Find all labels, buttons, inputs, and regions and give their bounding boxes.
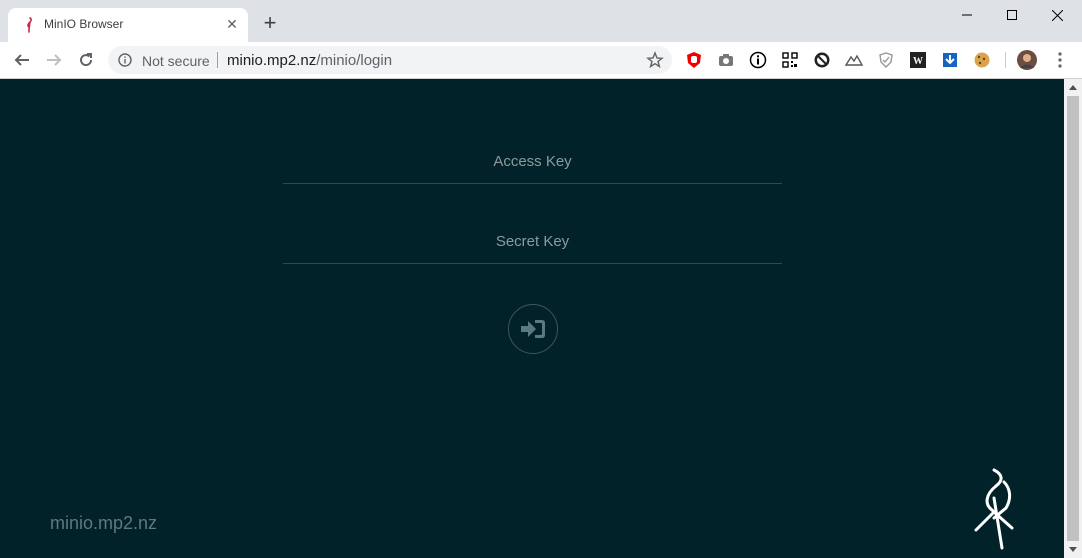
menu-kebab-icon[interactable] [1050,50,1070,70]
info-circle-icon[interactable] [748,50,768,70]
window-close-button[interactable] [1034,0,1080,30]
security-label[interactable]: Not secure [142,53,210,69]
access-key-input[interactable] [283,143,782,179]
url-path: /minio/login [316,52,393,69]
scroll-up-arrow-icon[interactable] [1064,79,1082,96]
forward-button[interactable] [42,48,66,72]
minio-logo-icon [974,468,1014,550]
secret-key-field [283,223,782,264]
download-icon[interactable] [940,50,960,70]
mountain-icon[interactable] [844,50,864,70]
tab-close-icon[interactable]: ✕ [224,16,240,32]
url-host: minio.mp2.nz [227,52,317,69]
wikipedia-icon[interactable]: W [908,50,928,70]
info-icon[interactable] [118,53,132,67]
bookmark-star-icon[interactable] [646,51,664,69]
page-scrollbar[interactable] [1064,79,1082,558]
new-tab-button[interactable]: + [258,12,282,36]
scrollbar-thumb[interactable] [1067,96,1079,541]
address-bar[interactable]: Not secure minio.mp2.nz/minio/login [108,46,672,74]
reload-button[interactable] [74,48,98,72]
reload-icon [80,53,93,67]
no-script-icon[interactable] [812,50,832,70]
minimize-button[interactable] [944,0,990,30]
arrow-left-icon [14,54,29,66]
ublock-icon[interactable] [684,50,704,70]
camera-icon[interactable] [716,50,736,70]
login-submit-button[interactable] [508,304,558,354]
secret-key-input[interactable] [283,223,782,259]
cookie-icon[interactable] [972,50,992,70]
host-label: minio.mp2.nz [50,513,158,533]
tab-strip: MinIO Browser ✕ + [0,0,1082,42]
minimize-icon [962,14,972,16]
sign-in-icon [521,320,545,338]
login-page: minio.mp2.nz [0,79,1064,558]
arrow-right-icon [47,54,62,66]
browser-toolbar: Not secure minio.mp2.nz/minio/login W [0,42,1082,79]
address-separator [217,52,218,68]
minio-heron-icon [27,17,32,33]
maximize-button[interactable] [989,0,1035,30]
browser-tab[interactable]: MinIO Browser ✕ [8,8,248,42]
shield-icon[interactable] [876,50,896,70]
scroll-down-arrow-icon[interactable] [1064,541,1082,558]
qr-code-icon[interactable] [780,50,800,70]
url-text[interactable]: minio.mp2.nz/minio/login [227,52,392,69]
svg-text:W: W [913,56,923,67]
tab-title: MinIO Browser [44,17,124,31]
maximize-icon [1007,10,1017,20]
profile-avatar[interactable] [1017,50,1037,70]
back-button[interactable] [10,48,34,72]
toolbar-separator [1005,52,1006,68]
close-icon [1051,9,1063,21]
access-key-field [283,143,782,184]
